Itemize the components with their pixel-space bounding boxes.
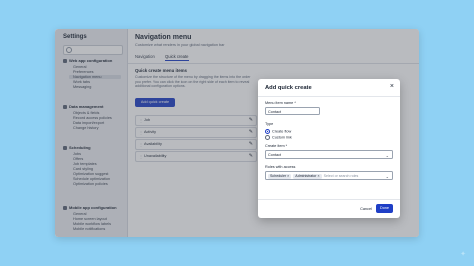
roles-label: Roles with access bbox=[265, 165, 296, 169]
roles-multiselect[interactable]: Scheduler × Administrator × Select or sear… bbox=[265, 171, 393, 180]
type-label: Type bbox=[265, 122, 274, 126]
menu-item-name-input[interactable]: Contact bbox=[265, 107, 320, 115]
close-icon[interactable]: × bbox=[390, 83, 394, 90]
radio-selected-icon[interactable] bbox=[265, 128, 270, 134]
radio-custom-link[interactable]: Custom link bbox=[265, 134, 292, 140]
cancel-button[interactable]: Cancel bbox=[358, 205, 374, 213]
radio-icon[interactable] bbox=[265, 134, 270, 140]
dialog-title: Add quick create bbox=[265, 85, 312, 91]
role-chip[interactable]: Administrator × bbox=[293, 173, 322, 179]
radio-create-flow[interactable]: Create flow bbox=[265, 128, 291, 134]
done-button[interactable]: Done bbox=[376, 204, 393, 213]
role-chip[interactable]: Scheduler × bbox=[268, 173, 292, 179]
sparkle-icon: ✦ bbox=[460, 251, 466, 258]
add-quick-create-dialog: Add quick create × Menu item name * Cont… bbox=[258, 79, 400, 218]
chevron-down-icon: ⌄ bbox=[385, 153, 389, 158]
dialog-header-divider bbox=[258, 96, 400, 97]
name-label: Menu item name * bbox=[265, 101, 296, 105]
chevron-down-icon: ⌄ bbox=[385, 174, 389, 179]
create-item-select[interactable]: Contact ⌄ bbox=[265, 150, 393, 159]
create-item-label: Create item * bbox=[265, 144, 288, 148]
dialog-footer-divider bbox=[258, 199, 400, 200]
roles-placeholder: Select or search roles bbox=[323, 174, 359, 178]
